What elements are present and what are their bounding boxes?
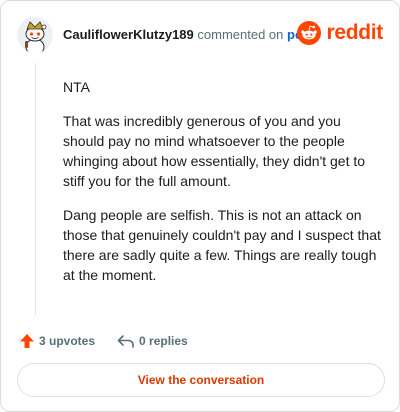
reply-arrow-icon xyxy=(117,335,134,348)
reply-button[interactable]: 0 replies xyxy=(117,333,188,349)
reddit-logo-icon xyxy=(297,21,322,45)
reddit-logo-text: reddit xyxy=(326,21,383,44)
snoo-avatar-icon xyxy=(17,17,53,53)
upvote-arrow-icon xyxy=(20,334,34,348)
view-conversation-button[interactable]: View the conversation xyxy=(17,363,385,397)
reply-count: 0 replies xyxy=(139,334,188,348)
thread-line xyxy=(35,63,36,315)
upvote-count: 3 upvotes xyxy=(39,334,96,348)
reddit-logo[interactable]: reddit xyxy=(297,21,383,45)
comment-paragraph: That was incredibly generous of you and … xyxy=(63,113,366,189)
upvote-button[interactable]: 3 upvotes xyxy=(19,333,95,349)
comment-paragraph: Dang people are selfish. This is not an … xyxy=(63,207,381,283)
comment-actions: 3 upvotes 0 replies xyxy=(19,331,210,351)
username-link[interactable]: CauliflowerKlutzy189 xyxy=(63,27,194,42)
commented-on-text: commented on xyxy=(197,27,284,42)
comment-paragraph: NTA xyxy=(63,79,90,95)
comment-meta: CauliflowerKlutzy189 commented on post xyxy=(63,26,314,44)
comment-embed-card: CauliflowerKlutzy189 commented on post r… xyxy=(0,0,400,412)
comment-body: NTA That was incredibly generous of you … xyxy=(63,77,381,299)
user-avatar[interactable] xyxy=(17,17,53,53)
